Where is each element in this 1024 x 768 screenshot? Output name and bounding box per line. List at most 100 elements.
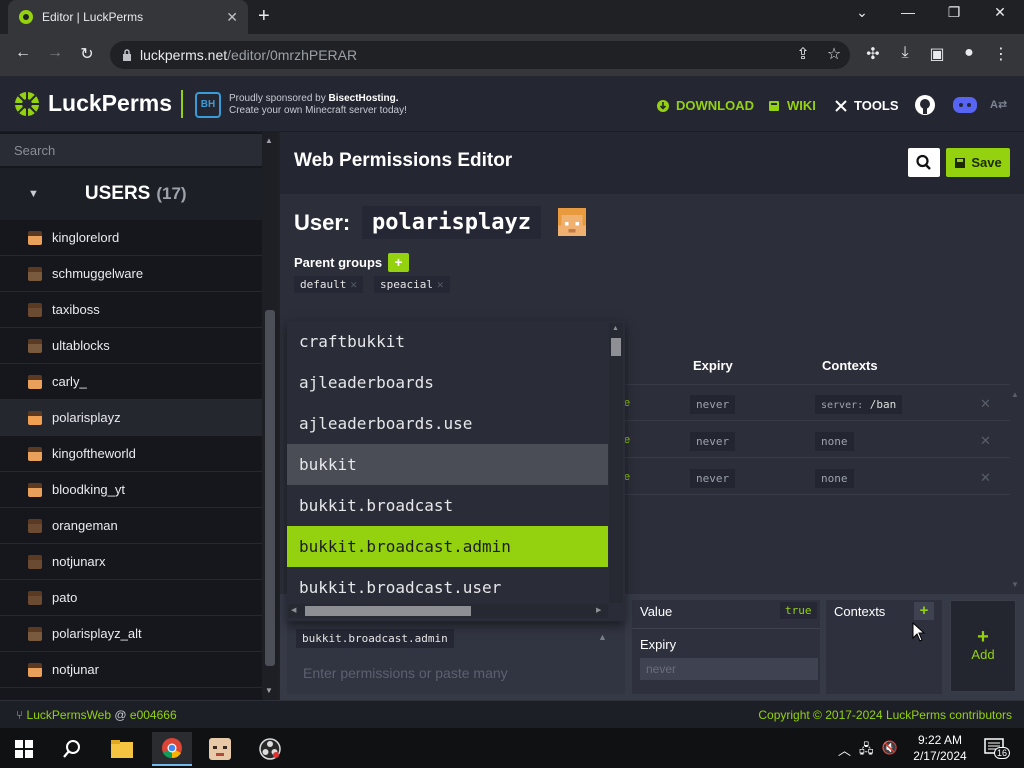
- nav-wiki[interactable]: WIKI: [767, 98, 816, 113]
- scroll-down-arrow-icon[interactable]: ▼: [265, 686, 273, 695]
- autocomplete-option[interactable]: bukkit.broadcast: [287, 485, 608, 526]
- file-explorer-icon[interactable]: [102, 732, 142, 766]
- taskbar-clock[interactable]: 9:22 AM 2/17/2024: [904, 732, 976, 764]
- delete-row-icon[interactable]: ✕: [980, 470, 991, 486]
- selected-permission-tag[interactable]: bukkit.broadcast.admin: [296, 629, 454, 648]
- share-icon[interactable]: ⇪: [792, 44, 814, 64]
- expiry-column-header: Expiry: [693, 358, 733, 373]
- new-tab-button[interactable]: +: [258, 6, 270, 26]
- extensions-icon[interactable]: ✣: [862, 44, 884, 64]
- save-label: Save: [971, 155, 1002, 170]
- delete-row-icon[interactable]: ✕: [980, 396, 991, 412]
- sidebar-user-item[interactable]: orangeman: [0, 508, 262, 544]
- username-field[interactable]: polarisplayz: [362, 206, 541, 239]
- row-context: none: [815, 469, 854, 488]
- windows-start-icon[interactable]: [4, 732, 44, 766]
- dropdown-horizontal-thumb[interactable]: [305, 606, 471, 616]
- sidebar-user-item[interactable]: taxiboss: [0, 292, 262, 328]
- restore-button[interactable]: ❐: [934, 4, 974, 21]
- dropdown-scroll-right-icon[interactable]: ▶: [596, 606, 601, 614]
- nav-tools[interactable]: TOOLS: [834, 98, 899, 113]
- side-panel-icon[interactable]: ▣: [926, 44, 948, 64]
- obs-recorder-icon[interactable]: [250, 732, 290, 766]
- notification-center-icon[interactable]: 16: [984, 738, 1011, 759]
- back-arrow-icon[interactable]: ←: [12, 44, 34, 62]
- sidebar-user-item[interactable]: kinglorelord: [0, 220, 262, 256]
- collapse-caret-icon[interactable]: ▲: [598, 632, 607, 642]
- sidebar-user-item[interactable]: ultablocks: [0, 328, 262, 364]
- browser-tab[interactable]: Editor | LuckPerms ✕: [8, 0, 248, 34]
- sidebar-user-item[interactable]: notjunar: [0, 652, 262, 688]
- autocomplete-option[interactable]: ajleaderboards: [287, 362, 608, 403]
- sidebar-user-item[interactable]: polarisplayz_alt: [0, 616, 262, 652]
- delete-row-icon[interactable]: ✕: [980, 433, 991, 449]
- luckperms-logo[interactable]: LuckPerms: [14, 90, 172, 117]
- sidebar-user-item[interactable]: polarisplayz: [0, 400, 262, 436]
- sidebar-user-item[interactable]: notjunarx: [0, 544, 262, 580]
- taskbar-search-icon[interactable]: [52, 732, 92, 766]
- user-skin-avatar: [28, 554, 42, 569]
- sidebar-scroll-thumb[interactable]: [265, 310, 275, 666]
- autocomplete-option[interactable]: craftbukkit: [287, 321, 608, 362]
- bookmark-star-icon[interactable]: ☆: [823, 44, 845, 64]
- reload-icon[interactable]: ↻: [76, 44, 98, 64]
- search-button[interactable]: [908, 148, 940, 177]
- sidebar-user-item[interactable]: bloodking_yt: [0, 472, 262, 508]
- sidebar-user-item[interactable]: carly_: [0, 364, 262, 400]
- parent-group-tag[interactable]: default ✕: [294, 276, 363, 293]
- chrome-taskbar-icon[interactable]: [152, 732, 192, 766]
- branch-icon: ⑂: [16, 708, 24, 722]
- brand-name: LuckPerms: [48, 90, 173, 116]
- dropdown-scroll-up-icon[interactable]: ▲: [612, 325, 619, 332]
- forward-arrow-icon[interactable]: →: [44, 44, 66, 62]
- value-toggle[interactable]: true: [780, 602, 817, 619]
- tray-chevron-up-icon[interactable]: ︿: [838, 740, 851, 762]
- add-parent-group-button[interactable]: +: [388, 253, 409, 272]
- discord-icon[interactable]: [952, 95, 978, 115]
- profile-avatar-icon[interactable]: ●: [958, 44, 980, 62]
- autocomplete-option[interactable]: bukkit.broadcast.user: [287, 567, 608, 608]
- remove-tag-icon[interactable]: ✕: [437, 278, 444, 291]
- autocomplete-option[interactable]: bukkit.broadcast.admin: [287, 526, 608, 567]
- volume-muted-icon[interactable]: 🔇: [882, 740, 898, 762]
- github-icon[interactable]: [914, 94, 936, 116]
- menu-kebab-icon[interactable]: ⋮: [990, 44, 1012, 64]
- dropdown-vertical-thumb[interactable]: [611, 338, 621, 356]
- game-app-icon[interactable]: [200, 732, 240, 766]
- autocomplete-option[interactable]: bukkit: [287, 444, 608, 485]
- system-tray[interactable]: ︿ 🖧 🔇: [838, 740, 898, 762]
- nav-tools-label: TOOLS: [854, 98, 899, 113]
- parent-group-tag[interactable]: speacial ✕: [374, 276, 450, 293]
- sidebar-user-item[interactable]: kingoftheworld: [0, 436, 262, 472]
- scroll-up-arrow-icon[interactable]: ▲: [265, 136, 273, 145]
- save-button[interactable]: Save: [946, 148, 1010, 177]
- sidebar-search-input[interactable]: Search: [0, 134, 262, 166]
- sidebar-user-item[interactable]: schmuggelware: [0, 256, 262, 292]
- sidebar-user-item[interactable]: pato: [0, 580, 262, 616]
- users-section-header[interactable]: ▼ USERS (17): [0, 168, 262, 220]
- network-icon[interactable]: 🖧: [859, 740, 874, 762]
- add-context-button[interactable]: +: [914, 602, 934, 620]
- dropdown-vertical-scrollbar[interactable]: [609, 323, 623, 603]
- sidebar-user-name: kingoftheworld: [52, 446, 136, 461]
- sponsor-banner[interactable]: BH Proudly sponsored by BisectHosting. C…: [195, 92, 407, 118]
- nav-download[interactable]: DOWNLOAD: [656, 98, 754, 113]
- minimize-button[interactable]: —: [888, 4, 928, 20]
- dropdown-scroll-left-icon[interactable]: ◀: [291, 606, 296, 614]
- close-window-button[interactable]: ✕: [980, 4, 1020, 21]
- table-scroll-down-icon[interactable]: ▼: [1011, 580, 1019, 589]
- autocomplete-option[interactable]: ajleaderboards.use: [287, 403, 608, 444]
- download-icon[interactable]: ⤓: [894, 44, 916, 62]
- add-permission-button[interactable]: + Add: [950, 600, 1016, 692]
- user-skin-avatar: [28, 482, 42, 497]
- remove-tag-icon[interactable]: ✕: [350, 278, 357, 291]
- translate-icon[interactable]: A⇄: [990, 98, 1007, 111]
- page-title: Web Permissions Editor: [294, 150, 513, 171]
- plus-icon: +: [977, 626, 989, 648]
- tab-search-icon[interactable]: ⌄: [842, 4, 882, 21]
- footer-version-link[interactable]: ⑂ LuckPermsWeb @ e004666: [16, 708, 177, 722]
- expiry-input[interactable]: never: [640, 658, 818, 680]
- address-bar[interactable]: luckperms.net/editor/0mrzhPERAR: [110, 41, 850, 69]
- table-scroll-up-icon[interactable]: ▲: [1011, 390, 1019, 399]
- close-tab-icon[interactable]: ✕: [226, 9, 238, 26]
